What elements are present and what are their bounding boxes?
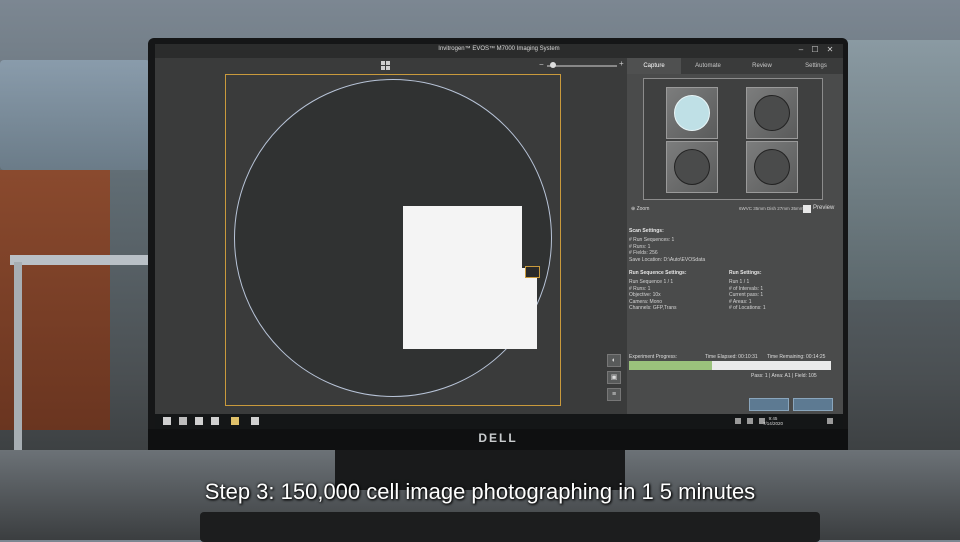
time-elapsed: Time Elapsed: 00:10:31: [705, 354, 758, 360]
background-cart: [10, 255, 155, 265]
progress-fill: [629, 361, 712, 370]
run-settings: Run Settings: Run 1 / 1 # of Intervals: …: [729, 270, 766, 311]
pause-button[interactable]: [749, 398, 789, 411]
edge-icon[interactable]: [211, 417, 219, 425]
run-sequence-settings: Run Sequence Settings: Run Sequence 1 / …: [629, 270, 687, 311]
evos-app-icon[interactable]: [251, 417, 259, 425]
monitor-brand-logo: DELL: [478, 431, 518, 445]
progress-label: Experiment Progress:: [629, 354, 678, 360]
notification-icon[interactable]: [827, 418, 833, 424]
plate-map: [643, 78, 823, 200]
tab-capture[interactable]: Capture: [627, 58, 681, 74]
minimize-button[interactable]: –: [795, 45, 807, 54]
scan-settings-header: Scan Settings:: [629, 228, 664, 234]
focus-tool-icon[interactable]: ◐: [607, 354, 621, 367]
well-a1-circle: [674, 95, 710, 131]
windows-start-icon[interactable]: [163, 417, 171, 425]
window-titlebar: Invitrogen™ EVOS™ M7000 Imaging System –…: [155, 44, 843, 58]
plate-zoom-row: ⊕ Zoom 6WVC 35mm Dish 27mm 35mm Preview: [627, 204, 843, 216]
keyboard: [200, 512, 820, 542]
run-sequence-settings-header: Run Sequence Settings:: [629, 270, 687, 276]
tab-settings[interactable]: Settings: [789, 58, 843, 74]
image-viewer[interactable]: [225, 74, 561, 406]
run-settings-line: # of Locations: 1: [729, 305, 766, 312]
tab-bar: Capture Automate Review Settings: [627, 58, 843, 74]
zoom-slider-thumb[interactable]: [550, 62, 556, 68]
plate-name: 6WVC 35mm Dish 27mm 35mm: [739, 206, 804, 211]
experiment-progress-bar: [629, 361, 831, 370]
plate-zoom-button[interactable]: ⊕ Zoom: [631, 206, 649, 212]
taskbar-clock[interactable]: 9:45 7/14/2020: [763, 416, 783, 426]
monitor-screen: Invitrogen™ EVOS™ M7000 Imaging System –…: [155, 44, 843, 429]
close-button[interactable]: ✕: [824, 45, 836, 54]
time-remaining: Time Remaining: 00:14:25: [767, 354, 826, 360]
well-b2[interactable]: [746, 141, 798, 193]
scanned-area: [403, 206, 522, 349]
current-field-marker: [525, 266, 540, 278]
zoom-out-button[interactable]: −: [539, 60, 544, 69]
file-explorer-icon[interactable]: [231, 417, 239, 425]
zoom-in-button[interactable]: +: [619, 59, 624, 68]
run-settings-header: Run Settings:: [729, 270, 762, 276]
background-shelf: [0, 60, 150, 170]
pass-status: Pass: 1 | Area: A1 | Field: 105: [751, 373, 817, 379]
run-settings-line: Current pass: 1: [729, 292, 764, 299]
windows-taskbar: 9:45 7/14/2020: [155, 414, 843, 429]
capture-tool-icon[interactable]: ▣: [607, 371, 621, 384]
tab-review[interactable]: Review: [735, 58, 789, 74]
viewer-side-tools: ◐ ▣ ≡: [607, 354, 623, 405]
maximize-button[interactable]: ☐: [809, 45, 821, 54]
zoom-slider-track[interactable]: [547, 65, 617, 67]
well-outline: [234, 79, 552, 397]
well-a1[interactable]: [666, 87, 718, 139]
background-equipment: [840, 40, 960, 300]
grid-view-icon[interactable]: [381, 61, 390, 70]
tray-icon-volume[interactable]: [747, 418, 753, 424]
run-sequence-line: Channels: GFP,Trans: [629, 305, 677, 312]
well-a2-circle: [754, 95, 790, 131]
task-view-icon[interactable]: [195, 417, 203, 425]
well-b2-circle: [754, 149, 790, 185]
scan-settings-line: Save Location: D:\Auto\EVOSdata: [629, 256, 706, 263]
well-b1[interactable]: [666, 141, 718, 193]
preview-checkbox[interactable]: [803, 205, 811, 213]
background-cart-leg: [14, 262, 22, 462]
settings-tool-icon[interactable]: ≡: [607, 388, 621, 401]
clock-date: 7/14/2020: [762, 421, 783, 426]
tab-automate[interactable]: Automate: [681, 58, 735, 74]
well-b1-circle: [674, 149, 710, 185]
viewer-toolbar: − +: [155, 58, 625, 74]
preview-label: Preview: [813, 205, 835, 211]
video-caption: Step 3: 150,000 cell image photographing…: [204, 479, 756, 504]
search-icon[interactable]: [179, 417, 187, 425]
well-a2[interactable]: [746, 87, 798, 139]
control-panel: Capture Automate Review Settings ⊕ Zoom …: [627, 58, 843, 414]
window-title: Invitrogen™ EVOS™ M7000 Imaging System: [438, 46, 560, 52]
scanned-area-partial: [522, 268, 537, 349]
tray-icon-network[interactable]: [735, 418, 741, 424]
stop-button[interactable]: [793, 398, 833, 411]
scan-settings: Scan Settings: # Run Sequences: 1 # Runs…: [629, 228, 705, 263]
